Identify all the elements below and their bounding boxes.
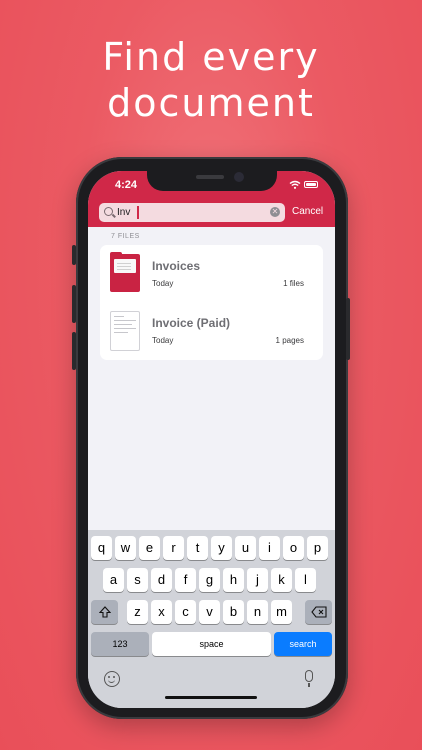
home-indicator[interactable]: [165, 696, 257, 699]
key-o[interactable]: o: [283, 536, 304, 560]
mute-switch: [72, 245, 76, 265]
headline-line-1: Find every: [102, 35, 320, 79]
key-m[interactable]: m: [271, 600, 292, 624]
key-x[interactable]: x: [151, 600, 172, 624]
key-i[interactable]: i: [259, 536, 280, 560]
key-q[interactable]: q: [91, 536, 112, 560]
key-u[interactable]: u: [235, 536, 256, 560]
key-g[interactable]: g: [199, 568, 220, 592]
results-list: Invoices Today 1 files Invoice (Paid) To…: [100, 245, 323, 360]
key-c[interactable]: c: [175, 600, 196, 624]
key-y[interactable]: y: [211, 536, 232, 560]
phone-notch: [147, 171, 277, 191]
document-thumbnail-icon: [110, 311, 140, 351]
status-time: 4:24: [115, 179, 138, 191]
list-item-invoice-paid[interactable]: Invoice (Paid) Today 1 pages: [100, 303, 323, 360]
search-key[interactable]: search: [274, 632, 332, 656]
speaker-grille: [196, 175, 224, 179]
item-count: 1 pages: [275, 336, 304, 345]
numbers-key[interactable]: 123: [91, 632, 149, 656]
item-title: Invoices: [152, 259, 201, 273]
volume-down-button: [72, 332, 76, 370]
microphone-icon[interactable]: [305, 670, 313, 687]
emoji-icon[interactable]: [104, 671, 120, 687]
folder-icon: [110, 252, 140, 292]
key-e[interactable]: e: [139, 536, 160, 560]
clear-search-icon[interactable]: ✕: [270, 207, 280, 217]
text-cursor: [137, 206, 139, 219]
key-k[interactable]: k: [271, 568, 292, 592]
key-n[interactable]: n: [247, 600, 268, 624]
key-r[interactable]: r: [163, 536, 184, 560]
item-title: Invoice (Paid): [152, 316, 231, 330]
cancel-button[interactable]: Cancel: [292, 206, 323, 217]
key-a[interactable]: a: [103, 568, 124, 592]
shift-key[interactable]: [91, 600, 118, 624]
search-bar[interactable]: ✕: [99, 203, 285, 222]
front-camera: [234, 172, 244, 182]
key-z[interactable]: z: [127, 600, 148, 624]
volume-up-button: [72, 285, 76, 323]
key-v[interactable]: v: [199, 600, 220, 624]
key-s[interactable]: s: [127, 568, 148, 592]
key-t[interactable]: t: [187, 536, 208, 560]
space-key[interactable]: space: [152, 632, 271, 656]
item-date: Today: [152, 279, 174, 288]
key-f[interactable]: f: [175, 568, 196, 592]
backspace-icon: [310, 606, 327, 618]
key-b[interactable]: b: [223, 600, 244, 624]
item-date: Today: [152, 336, 174, 345]
headline-line-2: document: [107, 81, 315, 125]
key-l[interactable]: l: [295, 568, 316, 592]
key-j[interactable]: j: [247, 568, 268, 592]
item-count: 1 files: [283, 279, 304, 288]
shift-arrow-icon: [98, 606, 111, 618]
search-icon: [104, 207, 113, 216]
power-button: [346, 298, 350, 360]
phone-screen: 4:24 ✕ Cancel 7 FILES Invoices Today 1 f…: [88, 171, 335, 708]
search-input[interactable]: [117, 205, 267, 220]
headline: Find every document: [0, 34, 422, 126]
keyboard: q w e r t y u i o p a s d f g h j k l z …: [88, 530, 335, 708]
key-h[interactable]: h: [223, 568, 244, 592]
list-item-invoices-folder[interactable]: Invoices Today 1 files: [100, 245, 323, 302]
key-d[interactable]: d: [151, 568, 172, 592]
key-p[interactable]: p: [307, 536, 328, 560]
delete-key[interactable]: [305, 600, 332, 624]
battery-icon: [304, 181, 318, 188]
results-count: 7 FILES: [111, 233, 140, 240]
wifi-icon: [289, 180, 301, 189]
key-w[interactable]: w: [115, 536, 136, 560]
